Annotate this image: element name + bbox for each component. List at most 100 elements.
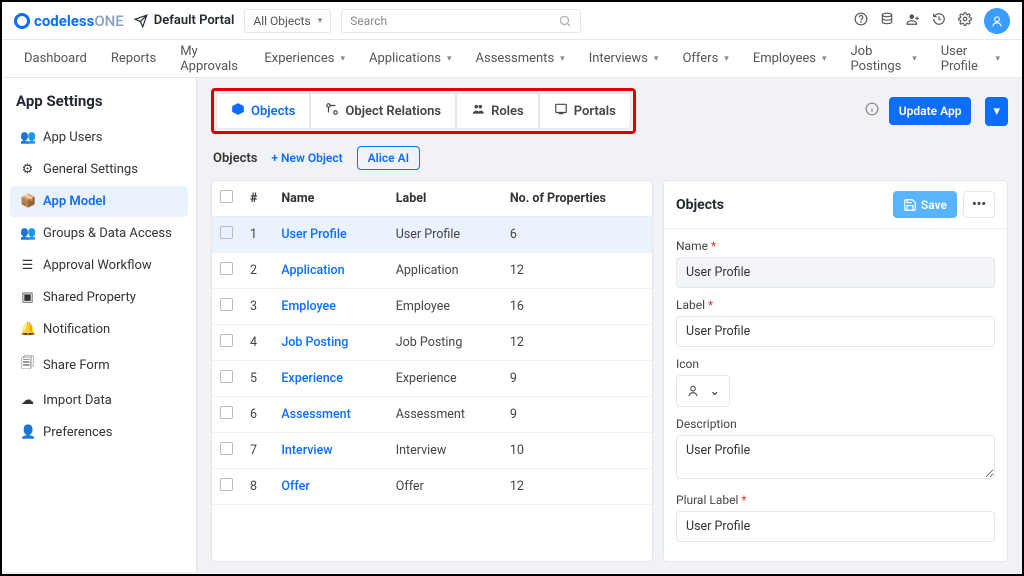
plural-label-field[interactable]: User Profile <box>676 511 995 542</box>
help-icon[interactable] <box>854 12 868 30</box>
row-checkbox[interactable] <box>220 406 233 419</box>
sidebar-item-shared-property[interactable]: ▣Shared Property <box>10 282 188 313</box>
update-actions: Update App ▾ <box>865 97 1008 126</box>
description-field[interactable]: User Profile <box>676 435 995 479</box>
update-app-button[interactable]: Update App <box>889 97 972 125</box>
table-row[interactable]: 7InterviewInterview10 <box>212 433 652 469</box>
tab-objects[interactable]: Objects <box>216 93 310 129</box>
table-row[interactable]: 2ApplicationApplication12 <box>212 253 652 289</box>
sidebar: App Settings 👥App Users⚙General Settings… <box>2 78 197 572</box>
col-label[interactable]: Label <box>388 181 502 217</box>
object-name-link[interactable]: Experience <box>273 361 387 397</box>
brand-logo[interactable]: codelessONE <box>14 12 124 30</box>
search-icon <box>558 14 572 28</box>
nav-user-profile[interactable]: User Profile <box>931 38 1010 80</box>
tab-roles[interactable]: Roles <box>456 93 539 129</box>
history-icon[interactable] <box>932 12 946 30</box>
row-checkbox[interactable] <box>220 262 233 275</box>
sidebar-item-preferences[interactable]: 👤Preferences <box>10 417 188 448</box>
table-row[interactable]: 5ExperienceExperience9 <box>212 361 652 397</box>
tab-object-relations[interactable]: Object Relations <box>310 93 456 129</box>
brand-mark-icon <box>14 13 30 29</box>
object-filter-dropdown[interactable]: All Objects <box>244 9 331 33</box>
nav-reports[interactable]: Reports <box>101 45 166 72</box>
search-input[interactable]: Search <box>341 9 581 33</box>
sidebar-item-approval-workflow[interactable]: ☰Approval Workflow <box>10 250 188 281</box>
user-add-icon[interactable] <box>906 12 920 30</box>
more-actions-button[interactable]: ••• <box>963 191 995 218</box>
description-label: Description <box>676 417 995 431</box>
table-row[interactable]: 8OfferOffer12 <box>212 469 652 505</box>
object-name-link[interactable]: User Profile <box>273 217 387 253</box>
content-area: ObjectsObject RelationsRolesPortals Upda… <box>197 78 1022 572</box>
nav-applications[interactable]: Applications <box>359 45 462 72</box>
nav-employees[interactable]: Employees <box>743 45 837 72</box>
info-icon[interactable] <box>865 102 879 120</box>
tab-portals[interactable]: Portals <box>539 93 631 129</box>
new-object-button[interactable]: + New Object <box>271 151 342 165</box>
col-name[interactable]: Name <box>273 181 387 217</box>
object-detail-card: Objects Save ••• Name * User Profile Lab… <box>663 180 1008 562</box>
nav-assessments[interactable]: Assessments <box>466 45 575 72</box>
tab-icon <box>231 102 245 120</box>
sidebar-item-notification[interactable]: 🔔Notification <box>10 314 188 345</box>
sidebar-item-app-users[interactable]: 👥App Users <box>10 122 188 153</box>
object-name-link[interactable]: Offer <box>273 469 387 505</box>
row-checkbox[interactable] <box>220 334 233 347</box>
nav-my-approvals[interactable]: My Approvals <box>170 38 250 80</box>
nav-experiences[interactable]: Experiences <box>254 45 355 72</box>
send-icon <box>134 14 148 28</box>
object-name-link[interactable]: Employee <box>273 289 387 325</box>
sidebar-item-label: General Settings <box>43 162 138 177</box>
table-row[interactable]: 6AssessmentAssessment9 <box>212 397 652 433</box>
sidebar-item-import-data[interactable]: ☁Import Data <box>10 385 188 416</box>
table-row[interactable]: 1User ProfileUser Profile6 <box>212 217 652 253</box>
name-field[interactable]: User Profile <box>676 257 995 288</box>
row-checkbox[interactable] <box>220 370 233 383</box>
icon-selector[interactable]: ⌄ <box>676 375 730 407</box>
sidebar-title: App Settings <box>10 92 188 122</box>
sidebar-item-label: Share Form <box>43 358 110 373</box>
row-checkbox[interactable] <box>220 442 233 455</box>
object-name-link[interactable]: Assessment <box>273 397 387 433</box>
label-field[interactable]: User Profile <box>676 316 995 347</box>
row-checkbox[interactable] <box>220 478 233 491</box>
row-checkbox[interactable] <box>220 298 233 311</box>
brand-name-b: ONE <box>94 12 123 30</box>
sidebar-icon: ☰ <box>20 258 35 273</box>
sidebar-item-app-model[interactable]: 📦App Model <box>10 186 188 217</box>
table-row[interactable]: 4Job PostingJob Posting12 <box>212 325 652 361</box>
save-button[interactable]: Save <box>893 191 957 218</box>
row-checkbox[interactable] <box>220 226 233 239</box>
chevron-down-icon: ⌄ <box>710 383 720 399</box>
nav-dashboard[interactable]: Dashboard <box>14 45 97 72</box>
portal-selector[interactable]: Default Portal <box>134 13 235 28</box>
model-tabs-highlight: ObjectsObject RelationsRolesPortals <box>211 88 636 134</box>
col--[interactable]: # <box>242 181 273 217</box>
database-icon[interactable] <box>880 12 894 30</box>
nav-offers[interactable]: Offers <box>672 45 738 72</box>
alice-ai-button[interactable]: Alice AI <box>357 146 420 170</box>
table-row[interactable]: 3EmployeeEmployee16 <box>212 289 652 325</box>
object-name-link[interactable]: Job Posting <box>273 325 387 361</box>
nav-job-postings[interactable]: Job Postings <box>840 38 926 80</box>
sidebar-item-groups-data-access[interactable]: 👥Groups & Data Access <box>10 218 188 249</box>
sidebar-item-share-form[interactable]: 🗐Share Form <box>10 346 188 384</box>
sidebar-icon: 👥 <box>20 226 35 241</box>
update-app-caret[interactable]: ▾ <box>985 97 1008 126</box>
sidebar-item-label: Import Data <box>43 393 112 408</box>
object-name-link[interactable]: Interview <box>273 433 387 469</box>
settings-icon[interactable] <box>958 12 972 30</box>
user-avatar[interactable] <box>984 8 1010 34</box>
main-nav: DashboardReportsMy ApprovalsExperiencesA… <box>2 40 1022 78</box>
label-label: Label * <box>676 298 995 312</box>
sidebar-item-general-settings[interactable]: ⚙General Settings <box>10 154 188 185</box>
sidebar-icon: ▣ <box>20 290 35 305</box>
object-name-link[interactable]: Application <box>273 253 387 289</box>
select-all-checkbox[interactable] <box>220 190 233 203</box>
panels: #NameLabelNo. of Properties 1User Profil… <box>211 180 1008 562</box>
tab-icon <box>325 102 339 120</box>
objects-crumb[interactable]: Objects <box>213 151 257 166</box>
col-no-of-properties[interactable]: No. of Properties <box>502 181 652 217</box>
nav-interviews[interactable]: Interviews <box>579 45 669 72</box>
